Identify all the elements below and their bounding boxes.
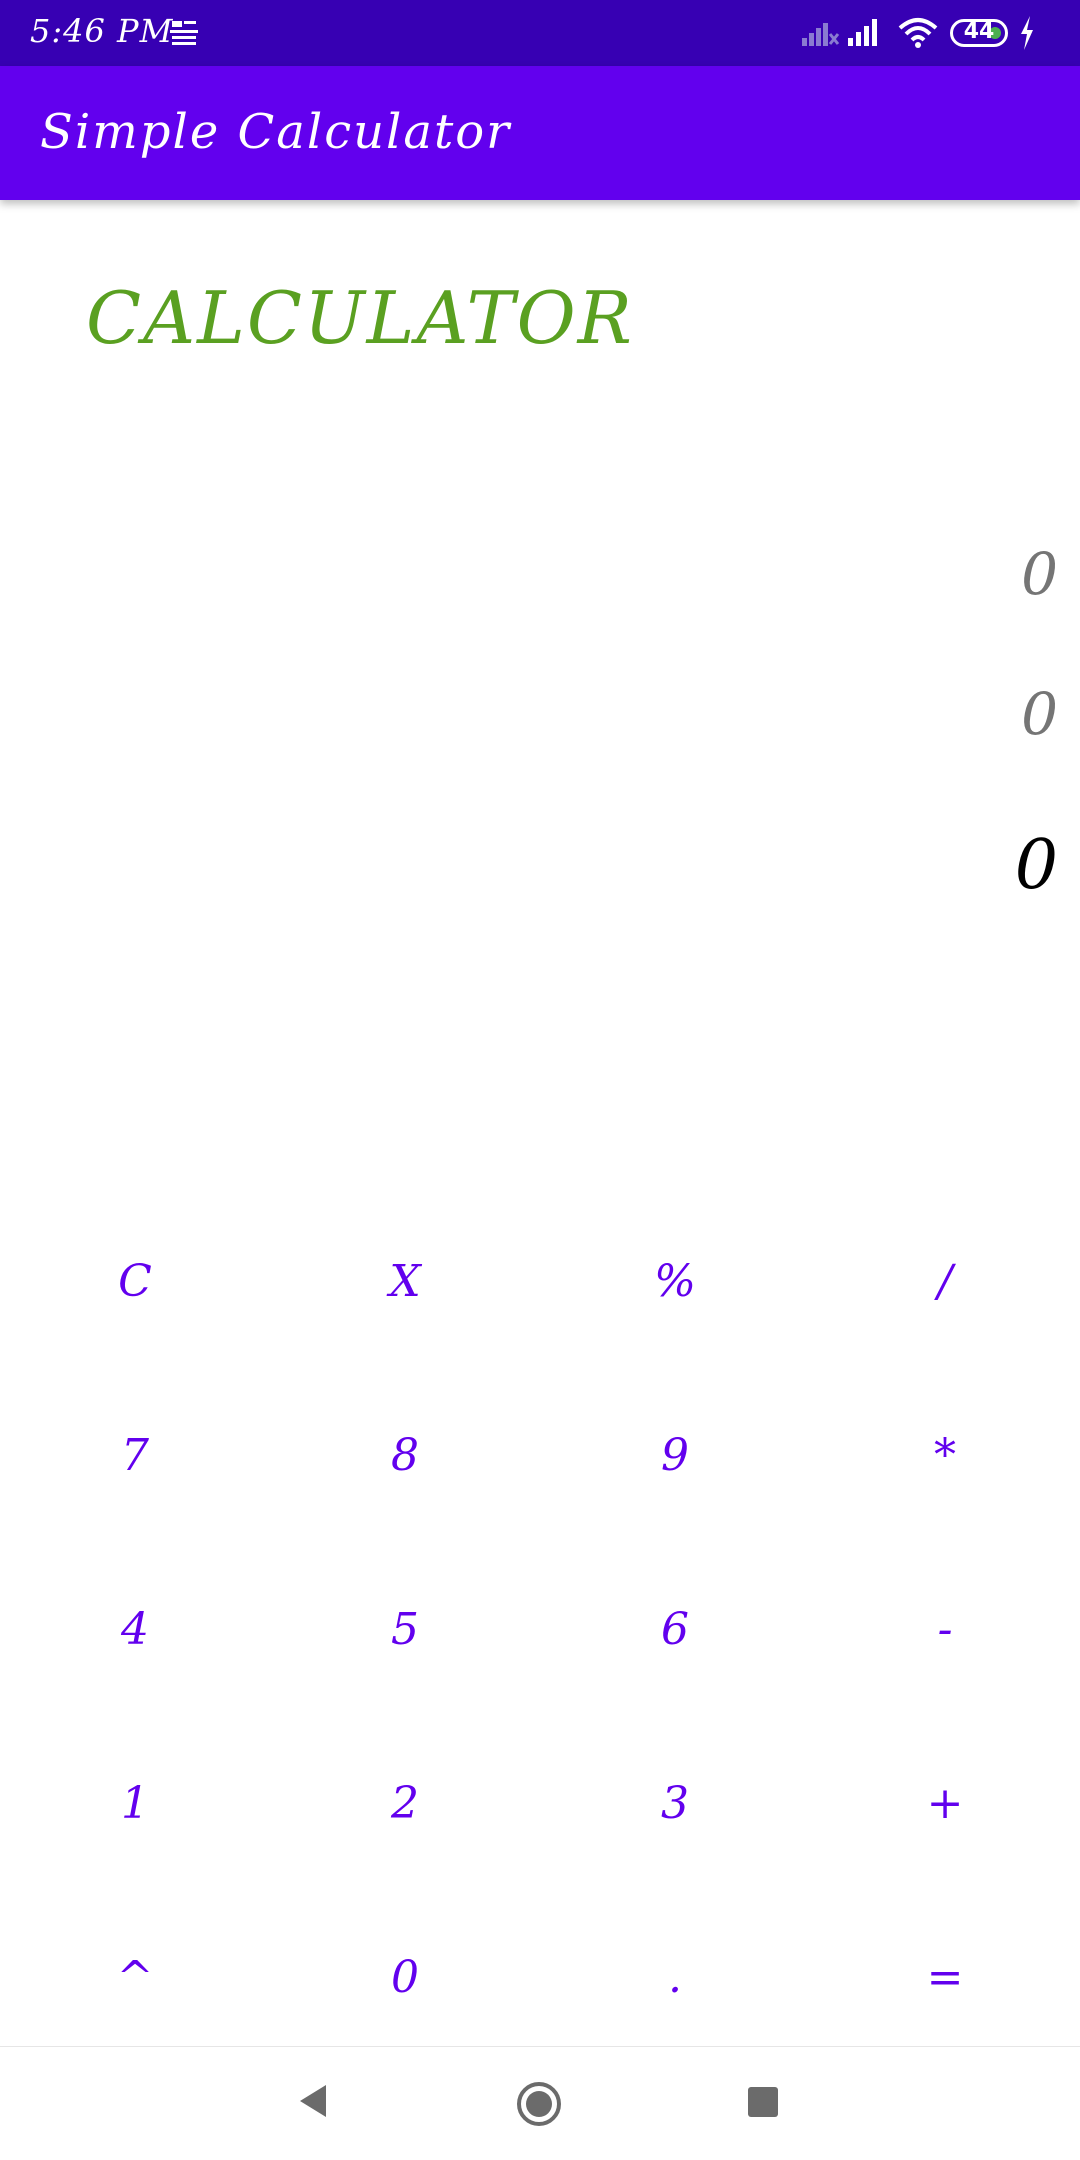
- key-9-button[interactable]: 9: [540, 1374, 810, 1548]
- key-minus-button[interactable]: -: [810, 1548, 1080, 1722]
- key-percent-label: %: [654, 1255, 696, 1307]
- battery-level: 44: [963, 19, 995, 44]
- key-2-label: 2: [391, 1777, 419, 1829]
- key-6-label: 6: [661, 1603, 689, 1655]
- key-equals-button[interactable]: =: [810, 1896, 1080, 2070]
- key-1-label: 1: [121, 1777, 149, 1829]
- key-decimal-button[interactable]: .: [540, 1896, 810, 2070]
- key-3-label: 3: [661, 1777, 689, 1829]
- key-multiply-label: *: [934, 1429, 956, 1481]
- display-previous-operand: 0: [1021, 540, 1058, 608]
- key-divide-label: /: [937, 1255, 953, 1307]
- key-2-button[interactable]: 2: [270, 1722, 540, 1896]
- key-4-label: 4: [121, 1603, 149, 1655]
- news-app-icon: [170, 21, 198, 45]
- key-0-button[interactable]: 0: [270, 1896, 540, 2070]
- key-5-label: 5: [391, 1603, 419, 1655]
- key-4-button[interactable]: 4: [0, 1548, 270, 1722]
- bolt-icon: [1021, 16, 1033, 50]
- navigation-bar: [0, 2046, 1080, 2160]
- app-bar: Simple Calculator: [0, 66, 1080, 200]
- key-8-button[interactable]: 8: [270, 1374, 540, 1548]
- app-title: Simple Calculator: [40, 104, 512, 160]
- key-power-label: ^: [116, 1951, 154, 2003]
- key-divide-button[interactable]: /: [810, 1200, 1080, 1374]
- key-8-label: 8: [391, 1429, 419, 1481]
- key-equals-label: =: [926, 1951, 964, 2003]
- key-clear-label: C: [118, 1255, 152, 1307]
- key-5-button[interactable]: 5: [270, 1548, 540, 1722]
- key-power-button[interactable]: ^: [0, 1896, 270, 2070]
- key-clear-button[interactable]: C: [0, 1200, 270, 1374]
- status-bar: 5:46 PM 44: [0, 0, 1080, 66]
- key-backspace-button[interactable]: X: [270, 1200, 540, 1374]
- key-7-button[interactable]: 7: [0, 1374, 270, 1548]
- back-icon[interactable]: [296, 2083, 330, 2119]
- key-decimal-label: .: [668, 1951, 682, 2003]
- keypad: C X% / 7 8 9 * 4 5 6 - 1 2 3 + ^ 0. =: [0, 1200, 1080, 2070]
- key-multiply-button[interactable]: *: [810, 1374, 1080, 1548]
- key-plus-label: +: [926, 1777, 964, 1829]
- display-result: 0: [1014, 826, 1058, 905]
- key-3-button[interactable]: 3: [540, 1722, 810, 1896]
- app-screen: 5:46 PM 44 Simple Calculator CALCULATOR …: [0, 0, 1080, 2160]
- calculator-heading: CALCULATOR: [86, 276, 634, 360]
- key-7-label: 7: [121, 1429, 149, 1481]
- signal-no-service-icon: [802, 23, 840, 46]
- key-9-label: 9: [661, 1429, 689, 1481]
- key-1-button[interactable]: 1: [0, 1722, 270, 1896]
- wifi-icon: [898, 18, 938, 48]
- display-operator-operand: 0: [1021, 680, 1058, 748]
- signal-bars-icon: [848, 19, 877, 46]
- status-time: 5:46 PM: [30, 12, 174, 50]
- key-plus-button[interactable]: +: [810, 1722, 1080, 1896]
- key-minus-label: -: [937, 1603, 953, 1655]
- recents-icon[interactable]: [748, 2087, 778, 2117]
- key-0-label: 0: [391, 1951, 419, 2003]
- home-icon[interactable]: [516, 2081, 562, 2127]
- key-backspace-label: X: [389, 1255, 421, 1307]
- battery-icon: 44: [950, 19, 1008, 47]
- key-percent-button[interactable]: %: [540, 1200, 810, 1374]
- key-6-button[interactable]: 6: [540, 1548, 810, 1722]
